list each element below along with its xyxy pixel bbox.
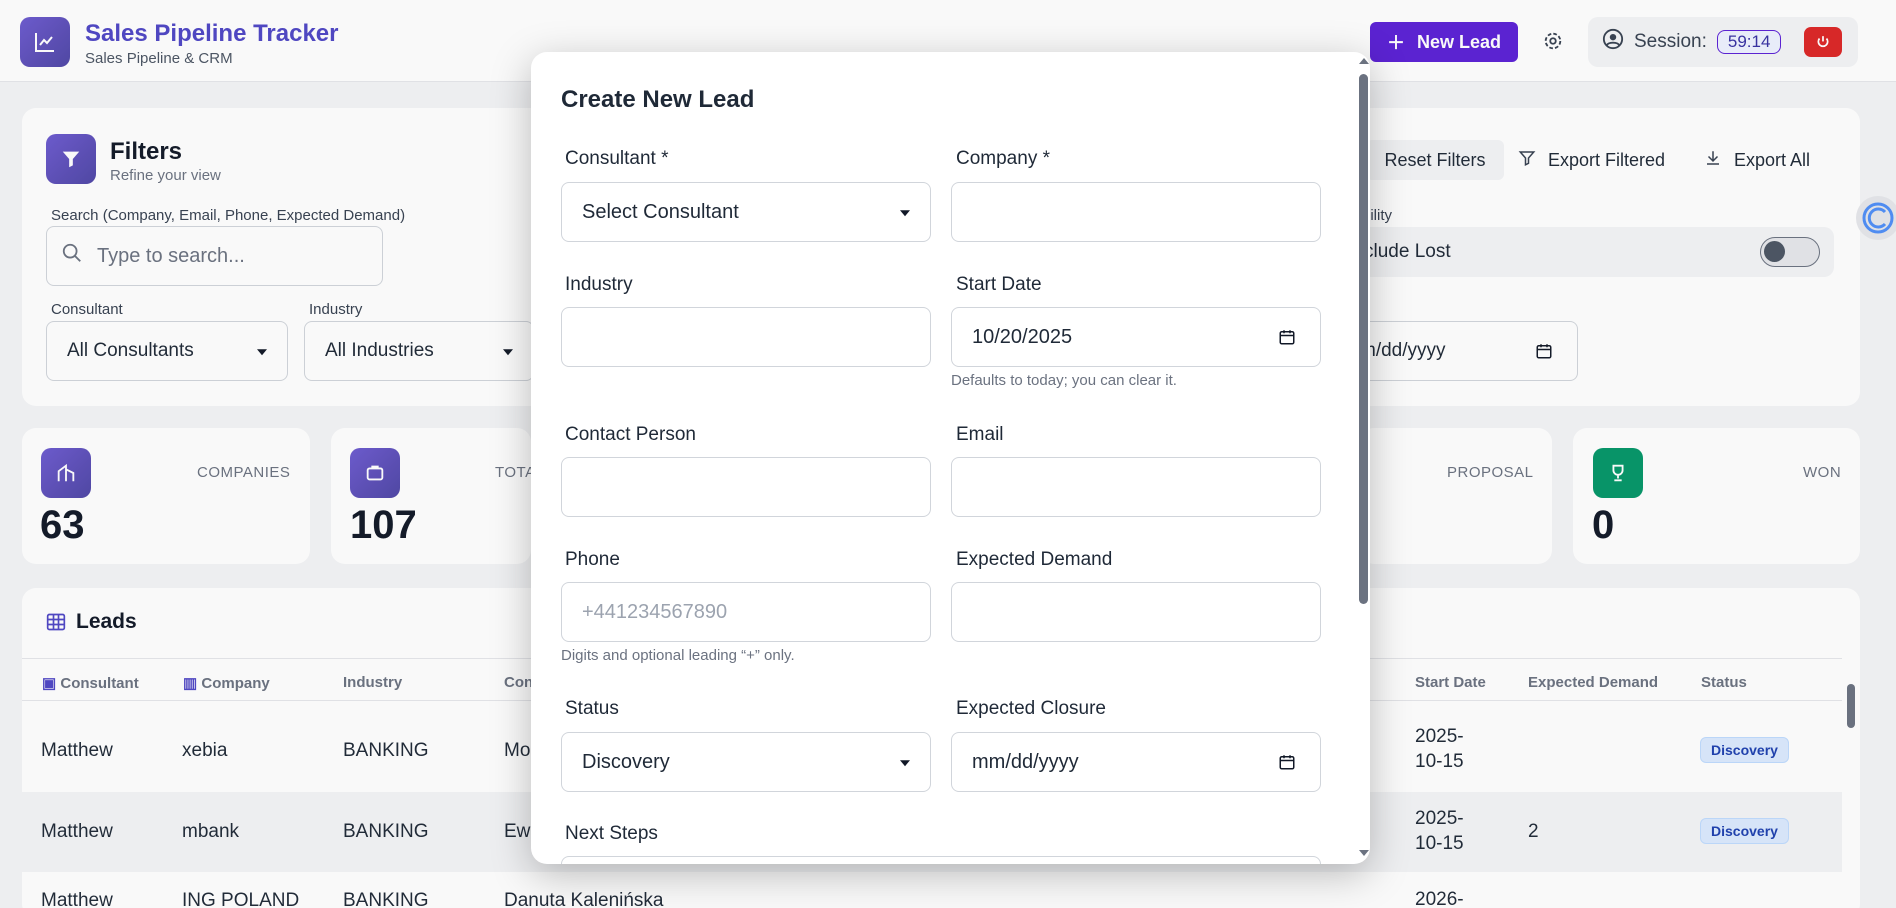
expected-closure-label: Expected Closure bbox=[956, 698, 1106, 719]
expected-demand-input[interactable] bbox=[951, 582, 1321, 642]
status-select[interactable]: Discovery bbox=[561, 732, 931, 792]
start-date-value: 10/20/2025 bbox=[972, 325, 1073, 348]
modal-title: Create New Lead bbox=[561, 86, 755, 113]
expected-closure-input[interactable]: mm/dd/yyyy bbox=[951, 732, 1321, 792]
phone-label: Phone bbox=[565, 549, 620, 570]
email-input[interactable] bbox=[951, 457, 1321, 517]
calendar-icon[interactable] bbox=[1278, 328, 1296, 346]
contact-input[interactable] bbox=[561, 457, 931, 517]
consultant-label: Consultant * bbox=[565, 148, 669, 169]
chevron-down-icon bbox=[900, 210, 910, 217]
email-label: Email bbox=[956, 424, 1004, 445]
calendar-icon[interactable] bbox=[1278, 753, 1296, 771]
start-date-label: Start Date bbox=[956, 274, 1042, 295]
modal-scrollbar-thumb[interactable] bbox=[1359, 74, 1368, 604]
start-date-hint: Defaults to today; you can clear it. bbox=[951, 372, 1177, 389]
expected-demand-label: Expected Demand bbox=[956, 549, 1113, 570]
status-label: Status bbox=[565, 698, 619, 719]
company-input[interactable] bbox=[951, 182, 1321, 242]
create-lead-modal: Create New Lead Consultant * Select Cons… bbox=[531, 52, 1370, 864]
consultant-select[interactable]: Select Consultant bbox=[561, 182, 931, 242]
start-date-input[interactable]: 10/20/2025 bbox=[951, 307, 1321, 367]
consultant-select-value: Select Consultant bbox=[582, 200, 739, 223]
industry-input[interactable] bbox=[561, 307, 931, 367]
phone-hint: Digits and optional leading “+” only. bbox=[561, 647, 795, 664]
expected-closure-value: mm/dd/yyyy bbox=[972, 750, 1079, 773]
scroll-up-arrow-icon[interactable] bbox=[1359, 58, 1369, 64]
industry-label: Industry bbox=[565, 274, 633, 295]
company-label: Company * bbox=[956, 148, 1050, 169]
status-select-value: Discovery bbox=[582, 750, 670, 773]
next-steps-label: Next Steps bbox=[565, 823, 658, 844]
phone-placeholder: +441234567890 bbox=[582, 600, 728, 623]
chevron-down-icon bbox=[900, 760, 910, 767]
scroll-down-arrow-icon[interactable] bbox=[1359, 850, 1369, 856]
phone-input[interactable]: +441234567890 bbox=[561, 582, 931, 642]
next-steps-input[interactable] bbox=[561, 856, 1321, 864]
contact-label: Contact Person bbox=[565, 424, 696, 445]
